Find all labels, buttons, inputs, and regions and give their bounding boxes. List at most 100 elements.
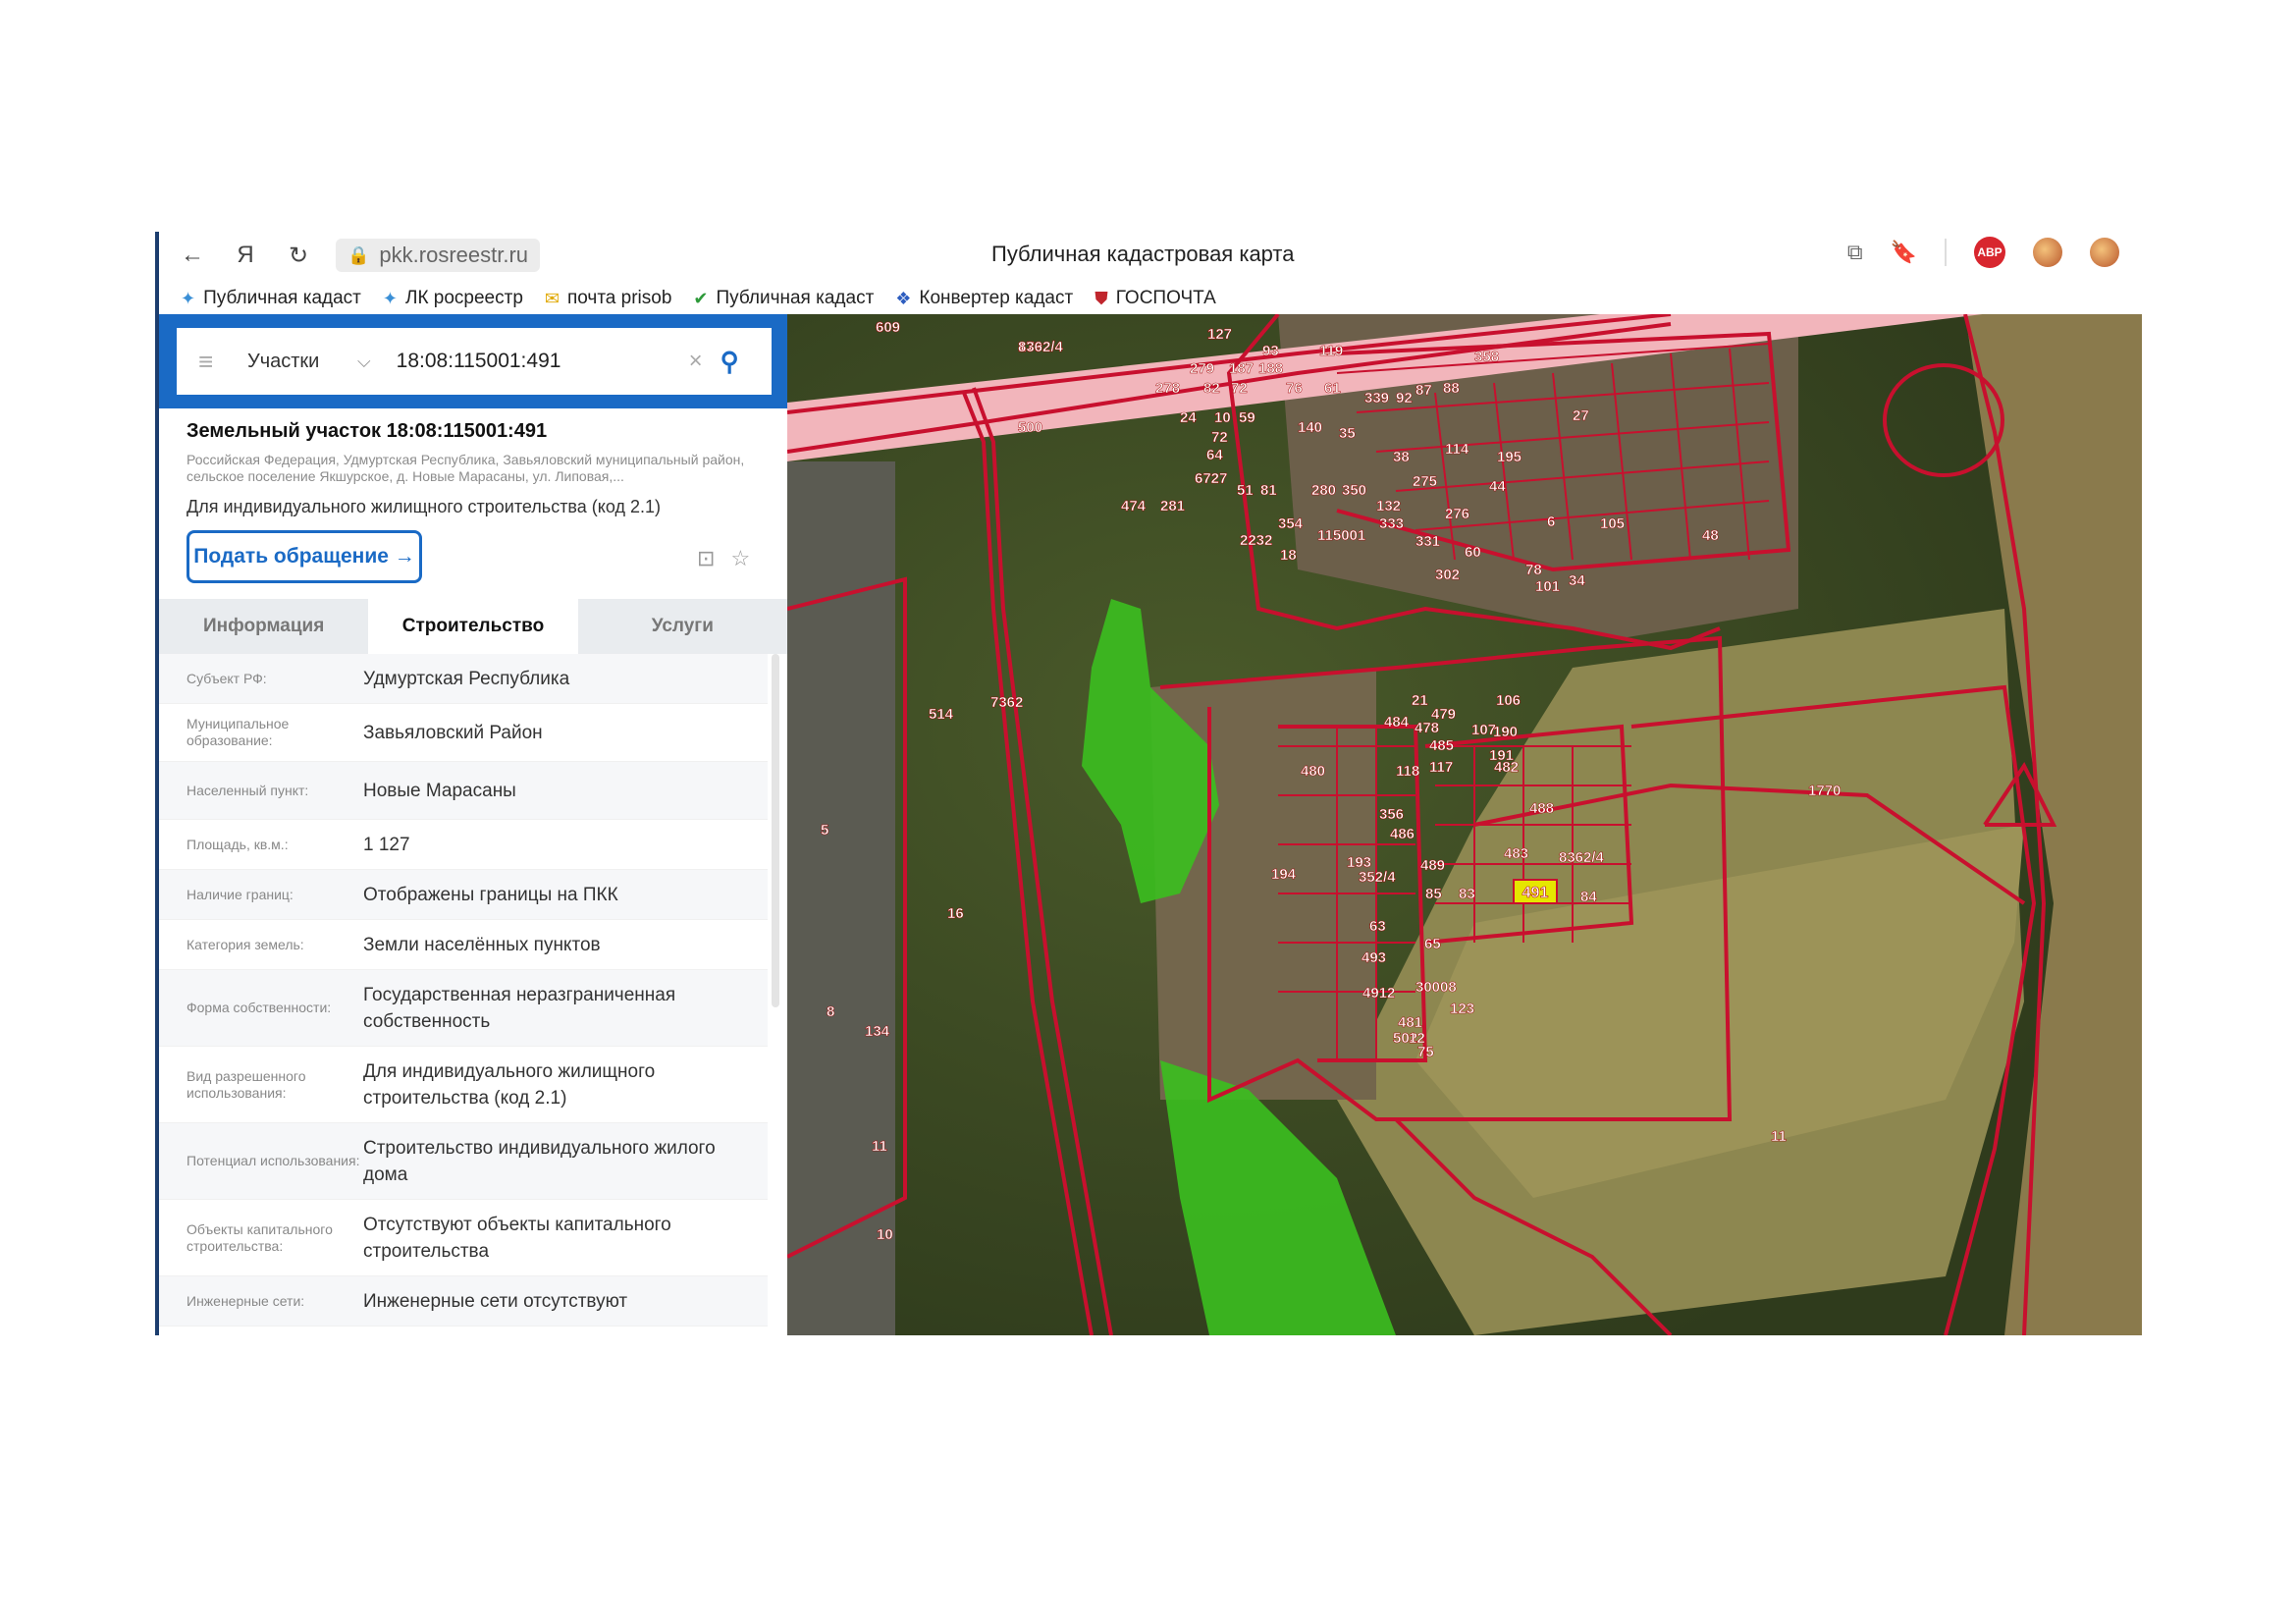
toolbar-divider [1945, 239, 1947, 266]
reload-icon[interactable]: ↻ [279, 236, 318, 275]
parcel-number-label: 88 [1443, 380, 1460, 397]
parcel-number-label: 489 [1420, 857, 1445, 874]
industrial-area [787, 461, 895, 1335]
parcel-number-label: 333 [1379, 515, 1404, 532]
parcel-number-label: 354 [1278, 515, 1304, 532]
category-select[interactable]: Участки [247, 351, 346, 373]
parcel-number-label: 350 [1342, 482, 1366, 499]
parcel-number-label: 63 [1369, 918, 1386, 935]
parcel-number-label: 481 [1398, 1014, 1422, 1031]
parcel-number-label: 194 [1271, 866, 1297, 883]
bookmark-item[interactable]: ✦ Публичная кадаст [181, 288, 361, 309]
parcel-number-label: 4912 [1362, 985, 1395, 1001]
parcel-number-label: 44 [1489, 478, 1506, 495]
parcel-number-label: 61 [1324, 380, 1341, 397]
close-icon[interactable]: × [689, 348, 703, 375]
parcel-number-label: 500 [1018, 419, 1042, 436]
parcel-number-label: 35 [1339, 425, 1356, 442]
tab-construction[interactable]: Строительство [368, 599, 578, 654]
browser-right-controls: ⧉ 🔖 ABP [1847, 237, 2119, 268]
info-panel: ≡ Участки ⌵ × ⚲ ‹ Земельный участок 18:0… [159, 314, 787, 1335]
mail-icon: ✉ [544, 288, 560, 308]
parcel-number-label: 10 [877, 1226, 893, 1243]
bookmark-item[interactable]: ✦ ЛК росреестр [383, 288, 523, 309]
table-row: Населенный пункт: Новые Марасаны [159, 762, 768, 820]
parcel-number-label: 72 [1231, 380, 1248, 397]
table-row: Форма собственности: Государственная нера… [159, 970, 768, 1047]
parcel-number-label: 140 [1298, 419, 1322, 436]
parcel-number-label: 134 [865, 1023, 890, 1040]
page-title: Публичная кадастровая карта [991, 242, 1295, 266]
extension-icon[interactable] [2090, 238, 2119, 267]
parcel-number-label: 72 [1211, 429, 1228, 446]
bookmark-icon[interactable]: 🔖 [1891, 240, 1917, 265]
parcel-number-label: 27 [1573, 407, 1589, 424]
parcel-number-label: 6727 [1195, 470, 1227, 487]
bookmark-item[interactable]: ✉ почта prisob [545, 288, 672, 309]
shield-icon: ⛊ [1095, 288, 1108, 308]
parcel-number-label: 281 [1160, 498, 1185, 514]
scrollbar[interactable] [772, 654, 779, 1007]
parcel-number-label: 106 [1496, 692, 1521, 709]
bookmark-item[interactable]: ✔ Публичная кадаст [693, 288, 874, 309]
table-row: Объекты капитального строительства: Отсут… [159, 1200, 768, 1276]
adblock-icon[interactable]: ABP [1974, 237, 2005, 268]
tab-services[interactable]: Услуги [578, 599, 787, 654]
parcel-number-label: 76 [1286, 380, 1303, 397]
parcel-number-label: 119 [1319, 343, 1343, 359]
parcel-number-label: 331 [1415, 533, 1440, 550]
parcel-number-label: 85 [1425, 886, 1442, 902]
parcel-number-label: 482 [1494, 759, 1519, 776]
parcel-number-label: 93 [1262, 343, 1279, 359]
star-icon[interactable]: ☆ [730, 546, 750, 571]
parcel-number-label: 11 [1771, 1128, 1787, 1145]
attribute-table: Субъект РФ: Удмуртская Республика Муницип… [159, 654, 768, 1326]
table-row: Субъект РФ: Удмуртская Республика [159, 654, 768, 704]
parcel-number-label: 16 [947, 905, 964, 922]
cadastral-map[interactable]: 491 609 179 127 93 119 358 279 187 188 82 278 72 76 6… [787, 314, 2142, 1335]
zoom-to-parcel-icon[interactable]: ⊡ [697, 546, 715, 571]
parcel-number-label: 30008 [1415, 979, 1457, 996]
menu-icon[interactable]: ≡ [198, 347, 224, 377]
parcel-number-label: 8 [827, 1003, 834, 1020]
parcel-number-label: 132 [1376, 498, 1401, 514]
back-arrow-icon[interactable]: ← [173, 236, 212, 275]
parcel-number-label: 78 [1525, 562, 1542, 578]
extension-icon[interactable] [2033, 238, 2062, 267]
tab-information[interactable]: Информация [159, 599, 368, 654]
parcel-number-label: 59 [1239, 409, 1255, 426]
parcel-number-label: 488 [1529, 800, 1554, 817]
search-input[interactable] [394, 349, 654, 374]
parcel-number-label: 276 [1445, 506, 1469, 522]
parcel-number-label: 6 [1547, 514, 1555, 530]
parcel-title: Земельный участок 18:08:115001:491 [187, 420, 548, 442]
parcel-number-label: 279 [1190, 360, 1214, 377]
chevron-down-icon[interactable]: ⌵ [357, 352, 371, 372]
parcel-number-label: 8362/4 [1018, 339, 1064, 355]
parcel-number-label: 11 [872, 1138, 887, 1155]
parcel-number-label: 5 [821, 822, 828, 839]
url-text: pkk.rosreestr.ru [379, 243, 529, 267]
parcel-number-label: 34 [1569, 572, 1585, 589]
parcel-number-label: 278 [1155, 380, 1180, 397]
search-icon[interactable]: ⚲ [721, 347, 739, 377]
map-canvas[interactable]: 491 60917912793 119 358279 187 18882278 72 76 6… [787, 314, 2142, 1335]
parcel-number-label: 187 [1229, 360, 1254, 377]
bookmark-item[interactable]: ❖ Конвертер кадаст [895, 288, 1073, 309]
parcel-number-label: 84 [1580, 889, 1597, 905]
parcel-number-label: 483 [1504, 845, 1528, 862]
parcel-number-label: 21 [1412, 692, 1428, 709]
parcel-number-label: 117 [1429, 759, 1453, 776]
parcel-number-label: 275 [1413, 473, 1437, 490]
parcel-number-label: 302 [1435, 567, 1460, 583]
parcel-number-label: 18 [1280, 547, 1297, 564]
parcel-number-label: 474 [1121, 498, 1147, 514]
bookmark-item[interactable]: ⛊ ГОСПОЧТА [1095, 288, 1216, 309]
submit-request-button[interactable]: Подать обращение → [187, 530, 422, 583]
yandex-icon[interactable]: Я [226, 236, 265, 275]
parcel-number-label: 83 [1459, 886, 1475, 902]
tabs-counter-icon[interactable]: ⧉ [1847, 240, 1863, 265]
address-bar[interactable]: 🔒 pkk.rosreestr.ru [336, 239, 541, 272]
grid-icon: ❖ [895, 288, 912, 308]
parcel-number-label: 81 [1260, 482, 1277, 499]
